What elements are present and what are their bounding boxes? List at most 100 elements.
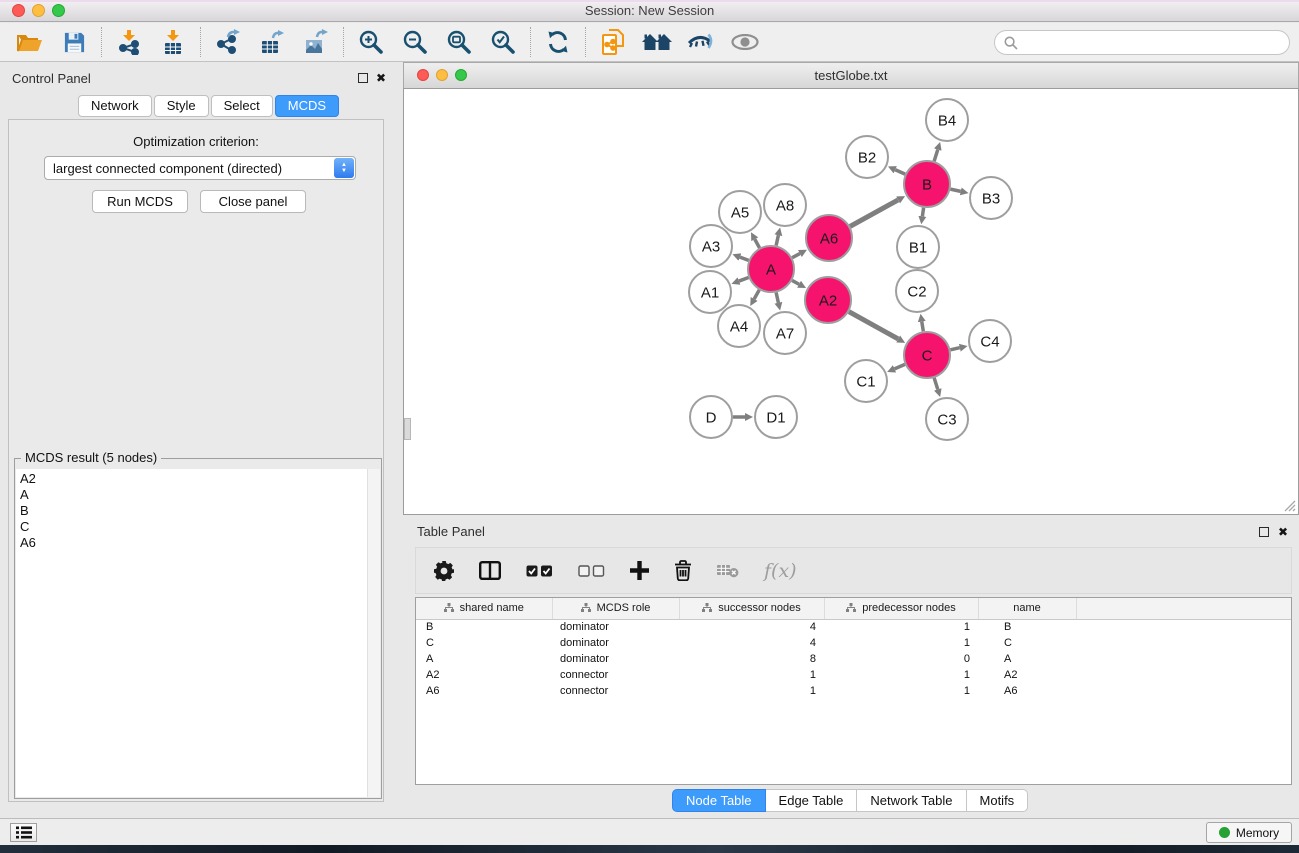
save-session-button[interactable] [52, 25, 96, 59]
edge-A6-B[interactable] [850, 200, 898, 226]
select-all-button[interactable] [526, 565, 553, 577]
tab-network-table[interactable]: Network Table [857, 789, 966, 812]
refresh-button[interactable] [536, 25, 580, 59]
edge-C-C2[interactable] [922, 322, 924, 332]
zoom-fit-button[interactable] [437, 25, 481, 59]
table-row[interactable]: Bdominator41B [416, 619, 1291, 635]
node-B[interactable]: B [904, 161, 950, 207]
edge-A-A4[interactable] [754, 290, 759, 299]
edge-B-B4[interactable] [934, 150, 938, 162]
node-C2[interactable]: C2 [896, 270, 938, 312]
node-A6[interactable]: A6 [806, 215, 852, 261]
task-history-button[interactable] [10, 823, 37, 842]
edge-C-C1[interactable] [895, 364, 905, 368]
clone-network-button[interactable] [591, 25, 635, 59]
result-item[interactable]: A2 [20, 471, 367, 487]
function-builder-button[interactable]: f(x) [764, 560, 797, 582]
node-B4[interactable]: B4 [926, 99, 968, 141]
node-B1[interactable]: B1 [897, 226, 939, 268]
table-panel-float-button[interactable] [1259, 527, 1269, 537]
criterion-dropdown[interactable]: largest connected component (directed) ▲… [44, 156, 356, 180]
resize-handle[interactable] [1282, 498, 1296, 512]
column-header-shared-name[interactable]: shared name [416, 598, 552, 619]
result-item[interactable]: A6 [20, 535, 367, 551]
node-A1[interactable]: A1 [689, 271, 731, 313]
column-header-MCDS-role[interactable]: MCDS role [552, 598, 679, 619]
network-close-button[interactable] [417, 69, 429, 81]
zoom-window-button[interactable] [52, 4, 65, 17]
node-B3[interactable]: B3 [970, 177, 1012, 219]
export-table-button[interactable] [250, 25, 294, 59]
result-item[interactable]: A [20, 487, 367, 503]
export-image-button[interactable] [294, 25, 338, 59]
network-minimize-button[interactable] [436, 69, 448, 81]
edge-C-C4[interactable] [950, 348, 959, 350]
search-input[interactable] [1018, 34, 1289, 51]
zoom-selected-button[interactable] [481, 25, 525, 59]
tab-edge-table[interactable]: Edge Table [766, 789, 858, 812]
delete-column-button[interactable] [674, 560, 692, 581]
node-A5[interactable]: A5 [719, 191, 761, 233]
delete-table-button[interactable] [717, 563, 739, 578]
network-zoom-button[interactable] [455, 69, 467, 81]
edge-A2-C[interactable] [849, 312, 898, 339]
table-panel-close-button[interactable]: ✖ [1278, 526, 1288, 538]
node-B2[interactable]: B2 [846, 136, 888, 178]
show-all-button[interactable] [723, 25, 767, 59]
edge-A-A3[interactable] [740, 257, 749, 260]
edge-A-A2[interactable] [792, 280, 799, 284]
home-button[interactable] [635, 25, 679, 59]
tab-style[interactable]: Style [154, 95, 209, 117]
memory-button[interactable]: Memory [1206, 822, 1292, 843]
node-C[interactable]: C [904, 332, 950, 378]
table-settings-button[interactable] [434, 561, 454, 581]
node-D1[interactable]: D1 [755, 396, 797, 438]
network-canvas[interactable]: B4B2BB3A8A5A6B1A3AC2A1A2A4A7C4CC1C3DD1 [403, 88, 1299, 515]
network-window-titlebar[interactable]: testGlobe.txt [403, 62, 1299, 89]
show-columns-button[interactable] [479, 561, 501, 580]
zoom-in-button[interactable] [349, 25, 393, 59]
column-header-predecessor-nodes[interactable]: predecessor nodes [824, 598, 978, 619]
edge-A-A5[interactable] [755, 239, 760, 248]
deselect-all-button[interactable] [578, 565, 605, 577]
control-panel-close-button[interactable]: ✖ [376, 72, 386, 84]
node-C4[interactable]: C4 [969, 320, 1011, 362]
search-box[interactable] [994, 30, 1290, 55]
zoom-out-button[interactable] [393, 25, 437, 59]
node-A7[interactable]: A7 [764, 312, 806, 354]
edge-A-A8[interactable] [776, 235, 778, 245]
edge-A-A6[interactable] [792, 254, 800, 258]
column-header-name[interactable]: name [978, 598, 1076, 619]
result-item[interactable]: C [20, 519, 367, 535]
node-C1[interactable]: C1 [845, 360, 887, 402]
hide-selected-button[interactable] [679, 25, 723, 59]
tab-network[interactable]: Network [78, 95, 152, 117]
edge-B-B1[interactable] [922, 208, 923, 217]
node-A[interactable]: A [748, 246, 794, 292]
close-window-button[interactable] [12, 4, 25, 17]
result-item[interactable]: B [20, 503, 367, 519]
export-network-button[interactable] [206, 25, 250, 59]
edge-B-B3[interactable] [950, 189, 960, 191]
open-session-button[interactable] [8, 25, 52, 59]
node-table[interactable]: shared nameMCDS rolesuccessor nodesprede… [415, 597, 1292, 785]
edge-C-C3[interactable] [934, 378, 938, 390]
network-graph[interactable]: B4B2BB3A8A5A6B1A3AC2A1A2A4A7C4CC1C3DD1 [404, 89, 1298, 514]
edge-B-B2[interactable] [895, 170, 905, 174]
node-D[interactable]: D [690, 396, 732, 438]
tab-mcds[interactable]: MCDS [275, 95, 339, 117]
column-header-successor-nodes[interactable]: successor nodes [679, 598, 824, 619]
add-column-button[interactable] [630, 561, 649, 580]
result-scrollbar[interactable] [367, 469, 380, 797]
table-row[interactable]: Adominator80A [416, 651, 1291, 667]
tab-node-table[interactable]: Node Table [672, 789, 766, 812]
edge-A-A1[interactable] [739, 277, 749, 281]
import-network-button[interactable] [107, 25, 151, 59]
tab-motifs[interactable]: Motifs [967, 789, 1029, 812]
close-panel-button[interactable]: Close panel [200, 190, 306, 213]
import-table-button[interactable] [151, 25, 195, 59]
edge-A-A7[interactable] [776, 292, 778, 302]
node-A3[interactable]: A3 [690, 225, 732, 267]
table-row[interactable]: A2connector11A2 [416, 667, 1291, 683]
table-row[interactable]: A6connector11A6 [416, 683, 1291, 699]
